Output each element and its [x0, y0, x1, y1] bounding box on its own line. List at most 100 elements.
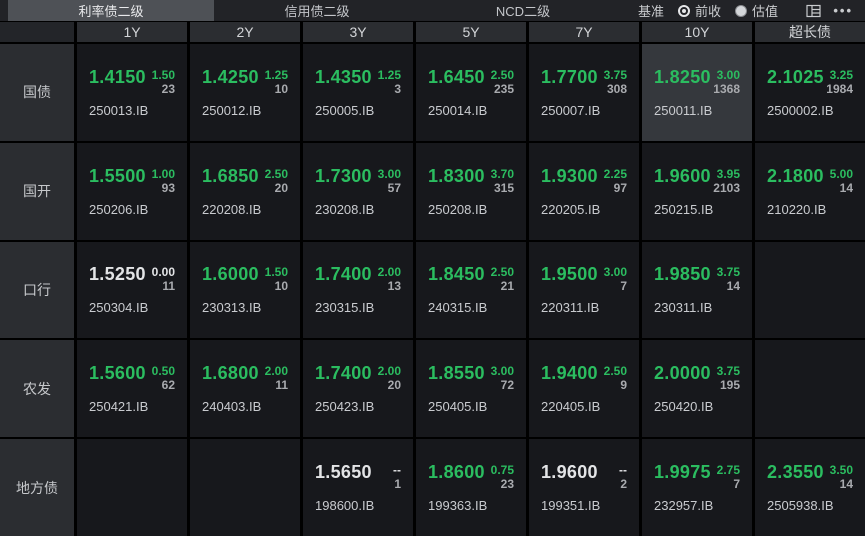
tab-ncd-secondary[interactable]: NCD二级	[420, 0, 626, 21]
quote-cell[interactable]: 1.7300 3.00 57 230208.IB	[303, 142, 413, 240]
bond-code: 250405.IB	[428, 399, 488, 415]
yield-value: 1.9600	[541, 462, 598, 483]
trade-count: 1368	[713, 81, 740, 96]
row-label: 国开	[0, 142, 74, 240]
quote-cell[interactable]: 1.5600 0.50 62 250421.IB	[77, 340, 187, 438]
change-value: 2.50	[264, 166, 288, 181]
bond-code: 250013.IB	[89, 102, 149, 118]
bond-code: 250007.IB	[541, 102, 601, 118]
trade-count: 23	[500, 477, 514, 492]
bond-code: 232957.IB	[654, 498, 714, 514]
yield-value: 1.8600	[428, 462, 485, 483]
radio-prev-close[interactable]: 前收	[678, 1, 721, 20]
change-value: 0.75	[490, 463, 514, 478]
bond-code: 250215.IB	[654, 201, 714, 217]
quote-cell[interactable]: 2.1800 5.00 14 210220.IB	[755, 142, 865, 240]
bond-code: 240403.IB	[202, 399, 262, 415]
benchmark-label: 基准	[638, 4, 665, 19]
column-header-row: 1Y 2Y 3Y 5Y 7Y 10Y 超长债	[0, 22, 865, 44]
quote-cell[interactable]: 1.6000 1.50 10 230313.IB	[190, 241, 300, 339]
quote-cell[interactable]: 1.4350 1.25 3 250005.IB	[303, 44, 413, 141]
change-value: 1.25	[264, 67, 288, 82]
quote-cell[interactable]: 1.5250 0.00 11 250304.IB	[77, 241, 187, 339]
quote-cell[interactable]: 1.7400 2.00 13 230315.IB	[303, 241, 413, 339]
column-header-7[interactable]: 超长债	[755, 22, 865, 42]
yield-value: 1.7700	[541, 66, 598, 87]
bond-code: 250011.IB	[654, 102, 713, 118]
bond-code: 250420.IB	[654, 399, 714, 415]
bond-code: 199363.IB	[428, 498, 488, 514]
bond-code: 220405.IB	[541, 399, 601, 415]
column-header-4[interactable]: 5Y	[416, 22, 526, 42]
trade-count: 195	[719, 378, 740, 393]
tab-credit-secondary[interactable]: 信用债二级	[214, 0, 420, 21]
change-value: 1.50	[264, 265, 288, 280]
quote-cell[interactable]: 1.7400 2.00 20 250423.IB	[303, 340, 413, 438]
quote-cell[interactable]: 1.9300 2.25 97 220205.IB	[529, 142, 639, 240]
quote-cell[interactable]: 2.1025 3.25 1984 2500002.IB	[755, 44, 865, 141]
radio-valuation-label: 估值	[752, 4, 779, 19]
quote-cell[interactable]: 1.8300 3.70 315 250208.IB	[416, 142, 526, 240]
tab-rates-secondary[interactable]: 利率债二级	[8, 0, 214, 21]
column-header-5[interactable]: 7Y	[529, 22, 639, 42]
yield-value: 1.8550	[428, 363, 485, 384]
change-value: 1.50	[151, 67, 175, 82]
radio-valuation[interactable]: 估值	[735, 1, 778, 20]
column-header-3[interactable]: 3Y	[303, 22, 413, 42]
quote-cell[interactable]: 1.8450 2.50 21 240315.IB	[416, 241, 526, 339]
change-value: 3.75	[716, 364, 740, 379]
column-header-6[interactable]: 10Y	[642, 22, 752, 42]
quote-cell[interactable]: 1.8550 3.00 72 250405.IB	[416, 340, 526, 438]
quote-cell[interactable]: 1.9850 3.75 14 230311.IB	[642, 241, 752, 339]
column-header-2[interactable]: 2Y	[190, 22, 300, 42]
trade-count: 93	[161, 180, 175, 195]
change-value: 3.70	[490, 166, 514, 181]
change-value: 0.50	[151, 364, 175, 379]
layout-panel-icon[interactable]	[806, 4, 821, 18]
row-label: 国债	[0, 44, 74, 141]
bond-code: 230311.IB	[654, 300, 713, 316]
quote-cell[interactable]: 1.6800 2.00 11 240403.IB	[190, 340, 300, 438]
quote-cell[interactable]: 1.9975 2.75 7 232957.IB	[642, 439, 752, 536]
yield-value: 1.9300	[541, 165, 598, 186]
yield-value: 1.8250	[654, 66, 711, 87]
quote-cell[interactable]: 1.4250 1.25 10 250012.IB	[190, 44, 300, 141]
change-value: 3.00	[603, 265, 627, 280]
yield-value: 1.6000	[202, 264, 259, 285]
trade-count: 235	[493, 81, 514, 96]
trade-count: 13	[387, 279, 401, 294]
change-value: 1.25	[377, 67, 401, 82]
trade-count: 14	[726, 279, 740, 294]
quote-cell[interactable]: 2.3550 3.50 14 2505938.IB	[755, 439, 865, 536]
trade-count: 7	[733, 477, 740, 492]
column-header-1[interactable]: 1Y	[77, 22, 187, 42]
quote-cell[interactable]: 2.0000 3.75 195 250420.IB	[642, 340, 752, 438]
yield-value: 2.0000	[654, 363, 711, 384]
quote-cell[interactable]: 1.8250 3.00 1368 250011.IB	[642, 44, 752, 141]
bond-code: 210220.IB	[767, 201, 827, 217]
quote-cell[interactable]: 1.9600 3.95 2103 250215.IB	[642, 142, 752, 240]
bond-code: 230208.IB	[315, 201, 375, 217]
quote-cell[interactable]: 1.9500 3.00 7 220311.IB	[529, 241, 639, 339]
change-value: 3.95	[716, 166, 740, 181]
yield-value: 1.9850	[654, 264, 711, 285]
quote-cell[interactable]: 1.7700 3.75 308 250007.IB	[529, 44, 639, 141]
quote-cell[interactable]: 1.4150 1.50 23 250013.IB	[77, 44, 187, 141]
radio-prev-close-label: 前收	[695, 4, 722, 19]
change-value: 1.00	[151, 166, 175, 181]
quote-cell[interactable]: 1.9600 -- 2 199351.IB	[529, 439, 639, 536]
quote-cell[interactable]: 1.6450 2.50 235 250014.IB	[416, 44, 526, 141]
quote-cell[interactable]: 1.5500 1.00 93 250206.IB	[77, 142, 187, 240]
yield-value: 1.7400	[315, 264, 372, 285]
yield-value: 1.5600	[89, 363, 146, 384]
quote-cell[interactable]: 1.6850 2.50 20 220208.IB	[190, 142, 300, 240]
quote-cell[interactable]: 1.9400 2.50 9 220405.IB	[529, 340, 639, 438]
empty-cell	[755, 340, 865, 438]
quote-cell[interactable]: 1.8600 0.75 23 199363.IB	[416, 439, 526, 536]
bond-code: 250423.IB	[315, 399, 375, 415]
quote-cell[interactable]: 1.5650 -- 1 198600.IB	[303, 439, 413, 536]
change-value: 3.00	[716, 67, 740, 82]
more-icon[interactable]: •••	[833, 4, 853, 17]
change-value: 2.50	[490, 67, 514, 82]
bond-code: 250012.IB	[202, 102, 262, 118]
